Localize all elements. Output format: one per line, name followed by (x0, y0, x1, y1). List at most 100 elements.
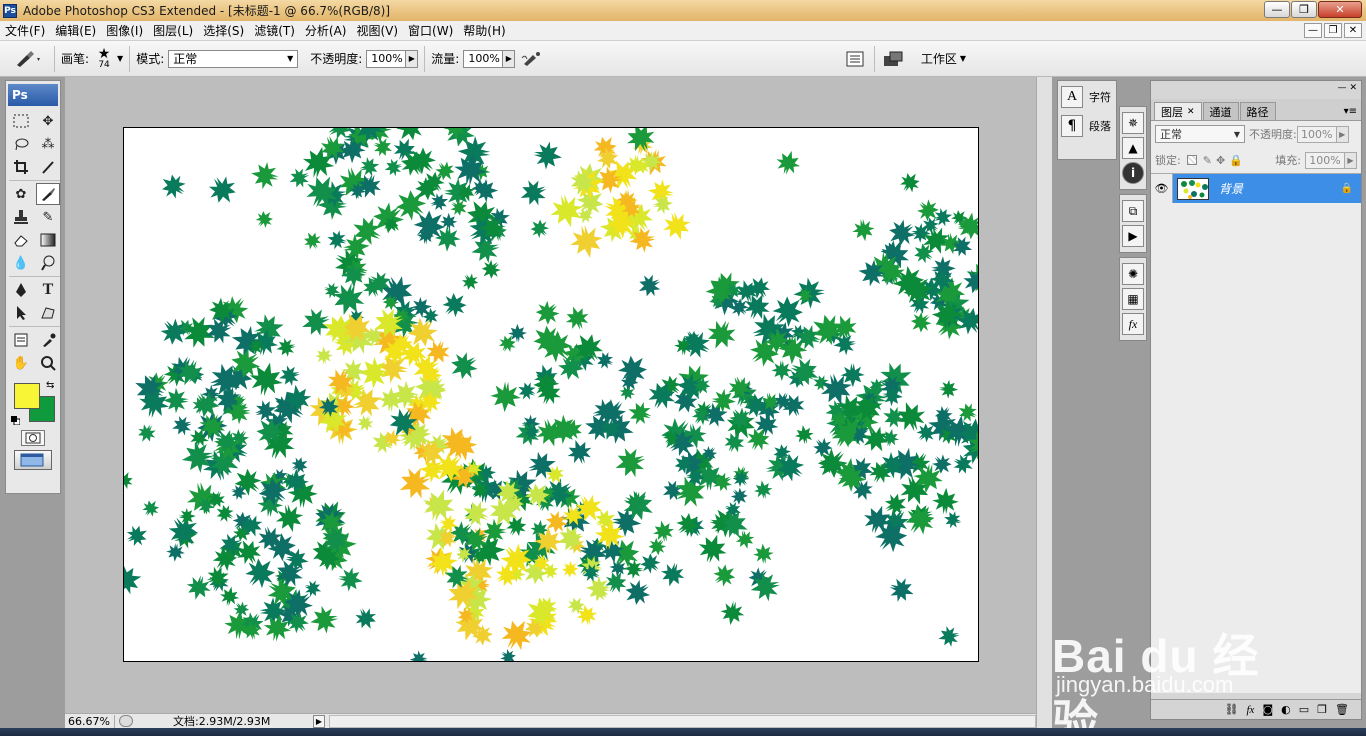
hand-tool-icon[interactable]: ✋ (9, 352, 33, 374)
actions-icon[interactable]: ▶ (1122, 225, 1144, 247)
type-tool-icon[interactable]: T (36, 279, 60, 301)
healing-brush-tool-icon[interactable]: ✿ (9, 183, 33, 205)
panel-menu-icon[interactable]: ▾≡ (1344, 106, 1357, 117)
maximize-button[interactable]: ❐ (1291, 1, 1317, 18)
foreground-color-swatch[interactable] (14, 383, 40, 409)
history-icon[interactable]: ⧉ (1122, 200, 1144, 222)
bridge-button[interactable] (881, 46, 907, 72)
menu-image[interactable]: 图像(I) (101, 22, 148, 39)
color-palette-icon[interactable]: ✺ (1122, 263, 1144, 285)
layer-opacity-slider-button[interactable]: ▶ (1336, 125, 1349, 143)
workspace-menu-button[interactable]: 工作区 ▼ (921, 50, 966, 67)
doc-close-button[interactable]: ✕ (1344, 23, 1362, 38)
opacity-input[interactable]: 100% (366, 49, 407, 68)
lock-transparency-icon[interactable] (1186, 155, 1197, 165)
close-icon[interactable]: ✕ (1187, 107, 1195, 117)
layer-opacity-input[interactable]: 100% (1296, 125, 1337, 143)
opacity-slider-button[interactable]: ▶ (406, 49, 419, 68)
doc-restore-button[interactable]: ❐ (1324, 23, 1342, 38)
status-menu-arrow[interactable]: ▶ (313, 714, 325, 728)
menu-file[interactable]: 文件(F) (0, 22, 50, 39)
fill-input[interactable]: 100% (1305, 151, 1345, 169)
adjustment-layer-icon[interactable]: ◐ (1281, 703, 1291, 716)
gradient-tool-icon[interactable] (36, 229, 60, 251)
screen-mode-button[interactable] (14, 450, 52, 470)
histogram-icon[interactable]: ▲ (1122, 137, 1144, 159)
notes-tool-icon[interactable] (9, 329, 33, 351)
dodge-tool-icon[interactable] (36, 252, 60, 274)
layer-style-icon[interactable]: fx (1247, 704, 1255, 716)
swatches-icon[interactable]: ▦ (1122, 288, 1144, 310)
eyedropper-tool-icon[interactable] (36, 329, 60, 351)
minimize-button[interactable]: — (1264, 1, 1290, 18)
info-icon[interactable]: i (1122, 162, 1144, 184)
brush-tool-icon[interactable] (36, 183, 60, 205)
menu-window[interactable]: 窗口(W) (403, 22, 458, 39)
marquee-tool-icon[interactable] (9, 110, 33, 132)
fill-slider-button[interactable]: ▶ (1345, 151, 1357, 169)
flow-input[interactable]: 100% (463, 49, 504, 68)
tool-preset-picker[interactable] (8, 45, 48, 73)
layer-name[interactable]: 背景 (1219, 180, 1341, 197)
palette-toggle-button[interactable] (842, 46, 868, 72)
eraser-tool-icon[interactable] (9, 229, 33, 251)
character-panel-button[interactable]: A 字符 (1058, 84, 1116, 110)
new-layer-icon[interactable]: ❐ (1317, 703, 1327, 716)
crop-tool-icon[interactable] (9, 156, 33, 178)
horizontal-scrollbar[interactable] (329, 714, 1036, 728)
close-button[interactable]: ✕ (1318, 1, 1362, 18)
menu-layer[interactable]: 图层(L) (148, 22, 198, 39)
zoom-level[interactable]: 66.67% (65, 714, 115, 728)
pen-tool-icon[interactable] (9, 279, 33, 301)
mode-select[interactable]: 正常 ▼ (168, 49, 299, 68)
document-canvas[interactable] (123, 127, 979, 662)
photoshop-app-icon: Ps (3, 3, 17, 18)
brush-preset-picker[interactable]: ★ 74 ▼ (93, 47, 123, 70)
styles-icon[interactable]: fx (1122, 313, 1144, 335)
menu-select[interactable]: 选择(S) (198, 22, 249, 39)
menu-view[interactable]: 视图(V) (351, 22, 403, 39)
magic-wand-tool-icon[interactable]: ⁂ (36, 133, 60, 155)
tab-layers[interactable]: 图层 ✕ (1154, 102, 1202, 120)
history-brush-tool-icon[interactable]: ✎ (36, 206, 60, 228)
zoom-tool-icon[interactable] (36, 352, 60, 374)
blur-tool-icon[interactable]: 💧 (9, 252, 33, 274)
vertical-scrollbar[interactable] (1036, 77, 1052, 728)
move-tool-icon[interactable]: ✥ (36, 110, 60, 132)
clone-stamp-tool-icon[interactable] (9, 206, 33, 228)
blend-mode-select[interactable]: 正常 ▼ (1155, 125, 1245, 143)
shape-tool-icon[interactable] (36, 302, 60, 324)
lock-position-icon[interactable]: ✥ (1216, 154, 1225, 167)
swap-colors-icon[interactable]: ⇆ (46, 380, 54, 391)
delete-layer-icon[interactable]: 🗑 (1335, 703, 1349, 716)
layer-row[interactable]: 👁 背景 🔒 (1151, 174, 1361, 203)
new-group-icon[interactable]: ▭ (1299, 703, 1309, 716)
quick-mask-button[interactable] (21, 430, 45, 446)
tab-channels[interactable]: 通道 (1202, 102, 1239, 120)
flow-slider-button[interactable]: ▶ (503, 49, 516, 68)
path-selection-tool-icon[interactable] (9, 302, 33, 324)
lasso-tool-icon[interactable] (9, 133, 33, 155)
zoom-icon[interactable] (119, 715, 133, 727)
menu-analysis[interactable]: 分析(A) (300, 22, 352, 39)
paragraph-panel-button[interactable]: ¶ 段落 (1058, 113, 1116, 139)
layer-mask-icon[interactable]: ◙ (1262, 703, 1273, 716)
maple-leaf (905, 307, 937, 338)
lock-all-icon[interactable]: 🔒 (1229, 154, 1243, 167)
doc-minimize-button[interactable]: — (1304, 23, 1322, 38)
panel-close-icon[interactable]: ✕ (1349, 83, 1357, 93)
menu-filter[interactable]: 滤镜(T) (249, 22, 300, 39)
lock-pixels-icon[interactable]: ✎ (1203, 154, 1212, 167)
navigator-icon[interactable]: ✵ (1122, 112, 1144, 134)
toolbox-header[interactable]: Ps (8, 84, 58, 106)
menu-help[interactable]: 帮助(H) (458, 22, 510, 39)
slice-tool-icon[interactable] (36, 156, 60, 178)
default-colors-icon[interactable] (11, 414, 21, 426)
panel-minimize-icon[interactable]: — (1337, 83, 1346, 93)
eye-icon[interactable]: 👁 (1151, 174, 1173, 203)
tab-paths[interactable]: 路径 (1239, 102, 1276, 120)
title-bar: Ps Adobe Photoshop CS3 Extended - [未标题-1… (0, 0, 1366, 21)
menu-edit[interactable]: 编辑(E) (50, 22, 101, 39)
airbrush-toggle[interactable] (519, 46, 545, 72)
link-layers-icon[interactable]: ⛓ (1225, 703, 1239, 716)
